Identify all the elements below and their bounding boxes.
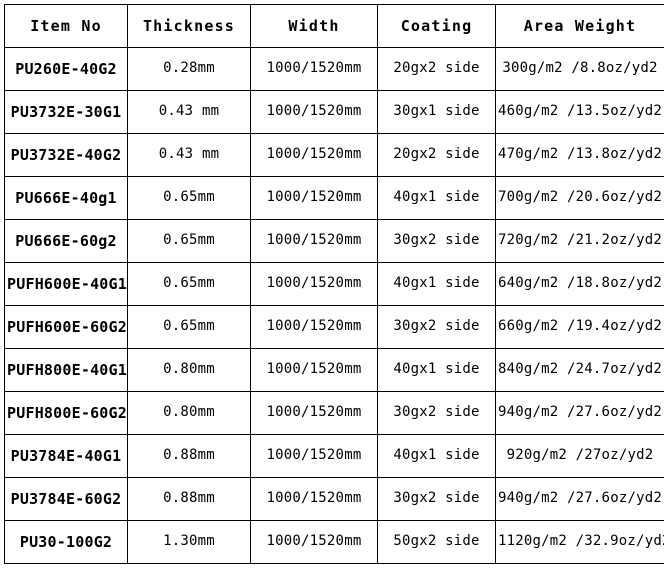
table-header-row: Item No Thickness Width Coating Area Wei… (4, 4, 664, 48)
cell-area-weight: 840g/m2 /24.7oz/yd2 (495, 348, 664, 392)
cell-area-weight: 640g/m2 /18.8oz/yd2 (495, 262, 664, 306)
cell-thickness: 0.43 mm (127, 90, 251, 134)
table-row: PUFH800E-40G1 0.80mm 1000/1520mm 40gx1 side… (4, 348, 664, 392)
cell-thickness: 0.65mm (127, 176, 251, 220)
cell-width: 1000/1520mm (250, 219, 378, 263)
cell-area-weight: 720g/m2 /21.2oz/yd2 (495, 219, 664, 263)
cell-area-weight: 470g/m2 /13.8oz/yd2 (495, 133, 664, 177)
cell-item-no: PU3784E-40G1 (4, 434, 128, 478)
cell-width: 1000/1520mm (250, 133, 378, 177)
cell-area-weight: 920g/m2 /27oz/yd2 (495, 434, 664, 478)
cell-coating: 40gx1 side (377, 176, 496, 220)
cell-thickness: 0.28mm (127, 47, 251, 91)
column-header-area-weight: Area Weight (495, 4, 664, 48)
cell-item-no: PUFH800E-60G2 (4, 391, 128, 435)
cell-thickness: 0.80mm (127, 391, 251, 435)
column-header-thickness: Thickness (127, 4, 251, 48)
cell-item-no: PUFH800E-40G1 (4, 348, 128, 392)
cell-width: 1000/1520mm (250, 434, 378, 478)
table-row: PU666E-40g1 0.65mm 1000/1520mm 40gx1 side 70… (4, 176, 664, 220)
cell-item-no: PU666E-60g2 (4, 219, 128, 263)
cell-area-weight: 660g/m2 /19.4oz/yd2 (495, 305, 664, 349)
cell-coating: 30gx2 side (377, 219, 496, 263)
cell-width: 1000/1520mm (250, 477, 378, 521)
table-row: PUFH600E-60G2 0.65mm 1000/1520mm 30gx2 side… (4, 305, 664, 349)
table-row: PU666E-60g2 0.65mm 1000/1520mm 30gx2 side 72… (4, 219, 664, 263)
column-header-coating: Coating (377, 4, 496, 48)
cell-coating: 40gx1 side (377, 434, 496, 478)
cell-width: 1000/1520mm (250, 262, 378, 306)
cell-item-no: PUFH600E-40G1 (4, 262, 128, 306)
table-row: PU60-120G23.0mm1000/1520mm60gx2 side2170… (4, 563, 664, 564)
cell-width: 1000/1520mm (250, 348, 378, 392)
cell-width: 1000/1520mm (250, 47, 378, 91)
cell-width: 1000/1520mm (250, 90, 378, 134)
cell-area-weight: 460g/m2 /13.5oz/yd2 (495, 90, 664, 134)
cell-coating: 50gx2 side (377, 520, 496, 564)
table-row: PUFH800E-60G2 0.80mm 1000/1520mm 30gx2 side… (4, 391, 664, 435)
cell-item-no: PU60-120G2 (4, 563, 128, 564)
product-specification-table: Item No Thickness Width Coating Area Wei… (4, 4, 664, 564)
cell-area-weight: 940g/m2 /27.6oz/yd2 (495, 477, 664, 521)
cell-coating: 30gx2 side (377, 477, 496, 521)
column-header-item-no: Item No (4, 4, 128, 48)
cell-coating: 30gx1 side (377, 90, 496, 134)
cell-thickness: 0.80mm (127, 348, 251, 392)
table-row: PUFH600E-40G1 0.65mm 1000/1520mm 40gx1 side… (4, 262, 664, 306)
cell-coating: 30gx2 side (377, 391, 496, 435)
cell-width: 1000/1520mm (250, 563, 378, 564)
cell-width: 1000/1520mm (250, 305, 378, 349)
table-header: Item No Thickness Width Coating Area Wei… (4, 4, 664, 48)
cell-coating: 20gx2 side (377, 47, 496, 91)
cell-area-weight: 2170g/m2 /63.8oz/yd2 (495, 563, 664, 564)
cell-thickness: 0.43 mm (127, 133, 251, 177)
cell-coating: 40gx1 side (377, 262, 496, 306)
cell-width: 1000/1520mm (250, 391, 378, 435)
cell-area-weight: 300g/m2 /8.8oz/yd2 (495, 47, 664, 91)
cell-area-weight: 1120g/m2 /32.9oz/yd2 (495, 520, 664, 564)
column-header-width: Width (250, 4, 378, 48)
cell-area-weight: 700g/m2 /20.6oz/yd2 (495, 176, 664, 220)
cell-coating: 60gx2 side (377, 563, 496, 564)
table-row: PU260E-40G2 0.28mm 1000/1520mm 20gx2 side 30… (4, 47, 664, 91)
table-body: PU260E-40G2 0.28mm 1000/1520mm 20gx2 side 30… (4, 47, 664, 564)
table-row: PU30-100G2 1.30mm 1000/1520mm 50gx2 side 112… (4, 520, 664, 564)
cell-item-no: PU3732E-30G1 (4, 90, 128, 134)
cell-thickness: 0.88mm (127, 434, 251, 478)
cell-coating: 40gx1 side (377, 348, 496, 392)
cell-thickness: 0.65mm (127, 305, 251, 349)
cell-item-no: PU3732E-40G2 (4, 133, 128, 177)
table-row: PU3784E-40G1 0.88mm 1000/1520mm 40gx1 side 9… (4, 434, 664, 478)
spec-table-container: Item No Thickness Width Coating Area Wei… (4, 4, 664, 564)
cell-thickness: 0.65mm (127, 219, 251, 263)
cell-coating: 20gx2 side (377, 133, 496, 177)
cell-item-no: PU666E-40g1 (4, 176, 128, 220)
cell-area-weight: 940g/m2 /27.6oz/yd2 (495, 391, 664, 435)
cell-item-no: PU3784E-60G2 (4, 477, 128, 521)
cell-item-no: PU260E-40G2 (4, 47, 128, 91)
cell-thickness: 1.30mm (127, 520, 251, 564)
cell-width: 1000/1520mm (250, 176, 378, 220)
cell-item-no: PU30-100G2 (4, 520, 128, 564)
cell-width: 1000/1520mm (250, 520, 378, 564)
cell-thickness: 3.0mm (127, 563, 251, 564)
cell-coating: 30gx2 side (377, 305, 496, 349)
cell-thickness: 0.88mm (127, 477, 251, 521)
table-row: PU3732E-30G1 0.43 mm 1000/1520mm 30gx1 side… (4, 90, 664, 134)
table-row: PU3784E-60G2 0.88mm 1000/1520mm 30gx2 side 9… (4, 477, 664, 521)
table-row: PU3732E-40G2 0.43 mm 1000/1520mm 20gx2 side… (4, 133, 664, 177)
cell-thickness: 0.65mm (127, 262, 251, 306)
cell-item-no: PUFH600E-60G2 (4, 305, 128, 349)
